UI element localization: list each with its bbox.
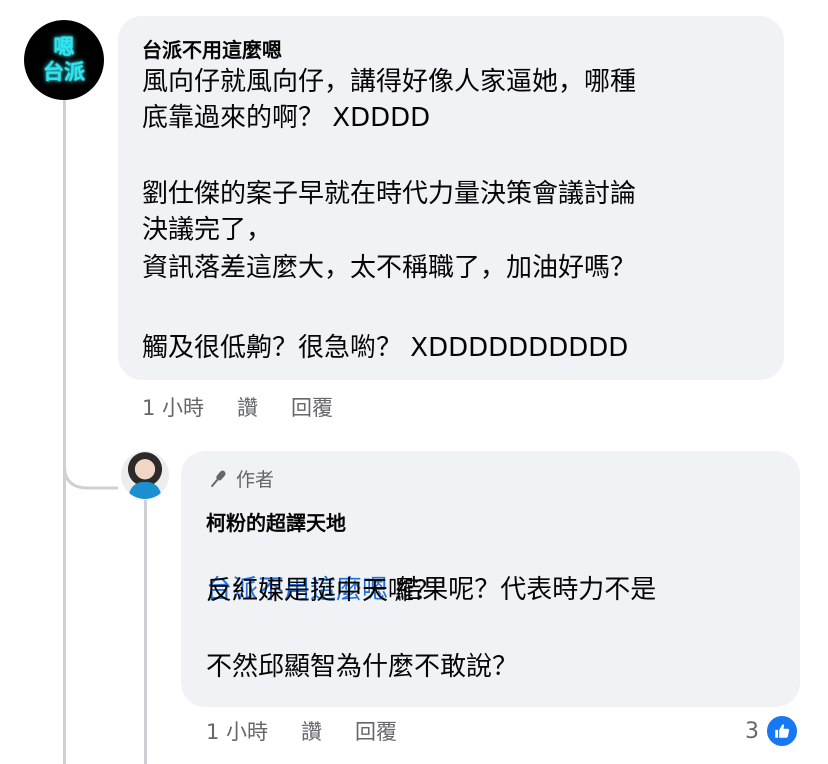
reply-actions: 1 小時 讚 回覆 [206,716,430,746]
like-icon [765,714,799,748]
microphone-icon [210,470,226,487]
comment-author[interactable]: 台派不用這麼嗯 [142,34,282,63]
comment-timestamp[interactable]: 1 小時 [142,392,204,422]
reaction-summary[interactable]: 3 [745,714,799,748]
comment-line: 風向仔就風向仔，講得好像人家逼她，哪種 [142,67,637,97]
reply-like-button[interactable]: 讚 [301,716,322,746]
reply-line: 不然邱顯智為什麼不敢說？ [206,652,519,682]
comment-line: 資訊落差這麼大，太不稱職了，加油好嗎？ [142,253,637,283]
avatar-text-line1: 嗯 [53,35,75,59]
comment-like-button[interactable]: 讚 [237,392,258,422]
comment-line: 決議完了， [142,215,273,245]
reply-reply-button[interactable]: 回覆 [355,716,397,746]
avatar-text-line2: 台派 [43,60,85,84]
thread-line-curve [63,440,118,490]
comment-bubble: 台派不用這麼嗯 風向仔就風向仔，講得好像人家逼她，哪種 底靠過來的啊？ XDDD… [118,16,784,380]
comment-reply-button[interactable]: 回覆 [291,392,333,422]
author-badge-label: 作者 [236,469,275,491]
avatar-figure [129,482,161,499]
reaction-count: 3 [745,718,759,744]
reply-thread-line [144,500,147,764]
reply-line: 反紅媒是挺中天囉？ [206,576,441,606]
comment-line: 底靠過來的啊？ XDDDD [142,103,431,133]
comment-actions: 1 小時 讚 回覆 [142,392,366,422]
reply-avatar[interactable] [121,451,169,499]
comment-line: 觸及很低齁？很急喲？ XDDDDDDDDDD [142,333,629,363]
reply-author[interactable]: 柯粉的超譯天地 [206,507,346,536]
commenter-avatar[interactable]: 嗯 台派 [24,20,104,100]
comment-line: 劉仕傑的案子早就在時代力量決策會議討論 [142,179,637,209]
author-badge: 作者 [206,465,274,492]
thread-line-vertical [63,100,66,764]
reply-timestamp[interactable]: 1 小時 [206,716,268,746]
